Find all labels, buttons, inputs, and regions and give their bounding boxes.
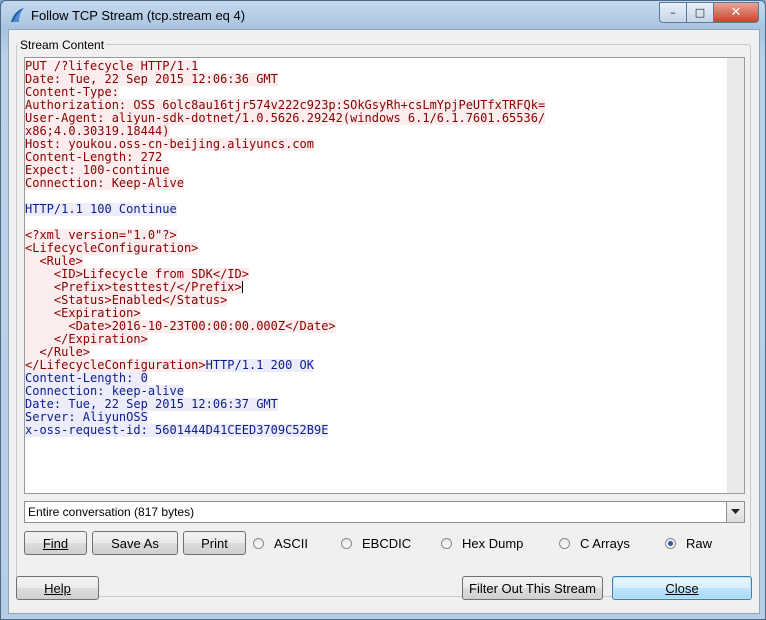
save-as-button-label: Save As bbox=[111, 535, 159, 551]
close-window-button[interactable]: ✕ bbox=[714, 2, 759, 23]
save-as-button[interactable]: Save As bbox=[92, 531, 178, 555]
minimize-button[interactable]: – bbox=[659, 2, 687, 23]
close-button[interactable]: Close bbox=[612, 576, 752, 600]
find-button-label: Find bbox=[42, 535, 69, 551]
client-segment: Connection: Keep-Alive bbox=[25, 176, 184, 190]
help-button-label: Help bbox=[44, 580, 71, 596]
server-segment: x-oss-request-id: 5601444D41CEED3709C52B… bbox=[25, 423, 329, 437]
radio-indicator bbox=[253, 537, 264, 549]
filter-out-stream-label: Filter Out This Stream bbox=[469, 580, 596, 596]
maximize-button[interactable]: □ bbox=[687, 2, 714, 23]
stream-line: Connection: Keep-Alive bbox=[25, 177, 545, 190]
stream-line: </Expiration> bbox=[25, 333, 545, 346]
format-raw-label: Raw bbox=[686, 535, 713, 551]
stream-line: x-oss-request-id: 5601444D41CEED3709C52B… bbox=[25, 424, 545, 437]
format-ascii-radio[interactable]: ASCII bbox=[253, 531, 308, 555]
format-raw-radio[interactable]: Raw bbox=[665, 531, 712, 555]
title-bar[interactable]: Follow TCP Stream (tcp.stream eq 4) – □ … bbox=[1, 1, 765, 29]
dialog-client-area: Stream Content PUT /?lifecycle HTTP/1.1 D… bbox=[8, 29, 760, 614]
format-ascii-label: ASCII bbox=[274, 535, 308, 551]
radio-indicator bbox=[441, 537, 452, 549]
stream-content-label: Stream Content bbox=[18, 38, 107, 52]
server-segment: HTTP/1.1 200 OK bbox=[205, 358, 314, 372]
vertical-scrollbar[interactable] bbox=[727, 58, 744, 493]
stream-line: HTTP/1.1 100 Continue bbox=[25, 203, 545, 216]
stream-content-textarea[interactable]: PUT /?lifecycle HTTP/1.1 Date: Tue, 22 Se… bbox=[24, 57, 745, 494]
text-cursor bbox=[241, 281, 243, 293]
stream-lines: PUT /?lifecycle HTTP/1.1 Date: Tue, 22 Se… bbox=[25, 58, 546, 437]
chevron-down-icon bbox=[731, 509, 740, 514]
format-hex-dump-label: Hex Dump bbox=[462, 535, 524, 551]
close-icon: ✕ bbox=[730, 5, 742, 20]
window-controls: – □ ✕ bbox=[659, 2, 759, 23]
radio-indicator bbox=[341, 537, 352, 549]
print-button[interactable]: Print bbox=[183, 531, 246, 555]
wireshark-fin-icon bbox=[11, 8, 24, 22]
filter-out-stream-button[interactable]: Filter Out This Stream bbox=[462, 576, 603, 600]
conversation-select-value: Entire conversation (817 bytes) bbox=[28, 505, 195, 519]
radio-indicator bbox=[559, 537, 570, 549]
minimize-icon: – bbox=[670, 6, 676, 19]
format-hex-dump-radio[interactable]: Hex Dump bbox=[441, 531, 523, 555]
help-button[interactable]: Help bbox=[16, 576, 99, 600]
find-button[interactable]: Find bbox=[24, 531, 87, 555]
format-ebcdic-label: EBCDIC bbox=[362, 535, 412, 551]
dropdown-arrow-button[interactable] bbox=[726, 502, 744, 522]
maximize-icon: □ bbox=[694, 6, 706, 19]
format-c-arrays-label: C Arrays bbox=[580, 535, 630, 551]
window-title: Follow TCP Stream (tcp.stream eq 4) bbox=[31, 8, 246, 23]
stream-line: <LifecycleConfiguration> bbox=[25, 242, 545, 255]
format-c-arrays-radio[interactable]: C Arrays bbox=[559, 531, 630, 555]
conversation-select[interactable]: Entire conversation (817 bytes) bbox=[24, 501, 745, 523]
format-ebcdic-radio[interactable]: EBCDIC bbox=[341, 531, 411, 555]
print-button-label: Print bbox=[201, 535, 228, 551]
close-button-label: Close bbox=[665, 580, 699, 596]
follow-tcp-stream-window: Follow TCP Stream (tcp.stream eq 4) – □ … bbox=[0, 0, 766, 620]
server-segment: HTTP/1.1 100 Continue bbox=[25, 202, 177, 216]
radio-indicator-selected bbox=[665, 537, 676, 549]
